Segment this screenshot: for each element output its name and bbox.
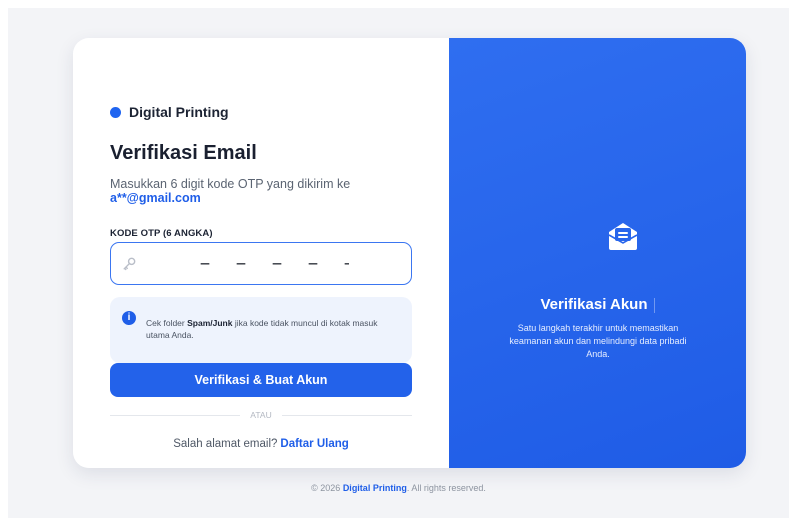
panel-title-text: Verifikasi Akun	[540, 296, 648, 313]
verify-create-account-button[interactable]: Verifikasi & Buat Akun	[110, 363, 412, 397]
brand-name: Digital Printing	[129, 104, 229, 120]
otp-input[interactable]	[199, 251, 349, 277]
form-panel: Digital Printing Verifikasi Email Masukk…	[73, 38, 449, 468]
envelope-icon	[608, 223, 638, 250]
otp-field[interactable]	[110, 242, 412, 285]
reregister-prompt: Salah alamat email? Daftar Ulang	[110, 438, 412, 450]
panel-title: Verifikasi Akun	[449, 296, 746, 313]
footer-copyright: © 2026	[311, 483, 343, 493]
info-text-emphasis: Spam/Junk	[187, 318, 233, 328]
footer-brand: Digital Printing	[342, 483, 407, 493]
footer: © 2026 Digital Printing. All rights rese…	[0, 483, 797, 493]
reregister-link[interactable]: Daftar Ulang	[280, 438, 348, 450]
info-icon: i	[122, 311, 136, 325]
otp-instruction: Masukkan 6 digit kode OTP yang dikirim k…	[110, 177, 351, 191]
info-text-prefix: Cek folder	[146, 318, 188, 328]
spam-info-text: Cek folder Spam/Junk jika kode tidak mun…	[146, 317, 386, 341]
title-caret	[653, 297, 655, 313]
or-divider: ATAU	[110, 409, 413, 421]
verification-card: Digital Printing Verifikasi Email Masukk…	[73, 38, 746, 468]
brand-logo-dot	[110, 106, 121, 118]
footer-rights: . All rights reserved.	[406, 483, 486, 493]
panel-description: Satu langkah terakhir untuk memastikan k…	[509, 323, 687, 359]
key-icon	[123, 257, 136, 271]
spam-info-box: i Cek folder Spam/Junk jika kode tidak m…	[110, 297, 412, 363]
divider-text: ATAU	[250, 410, 272, 420]
page-title: Verifikasi Email	[110, 142, 257, 164]
divider-line-left	[110, 414, 241, 416]
info-panel: Verifikasi Akun Satu langkah terakhir un…	[449, 38, 746, 468]
masked-email: a**@gmail.com	[110, 191, 201, 205]
reregister-text: Salah alamat email?	[173, 438, 278, 450]
divider-line-right	[281, 414, 413, 416]
brand: Digital Printing	[110, 104, 229, 120]
otp-label: KODE OTP (6 ANGKA)	[110, 228, 213, 239]
